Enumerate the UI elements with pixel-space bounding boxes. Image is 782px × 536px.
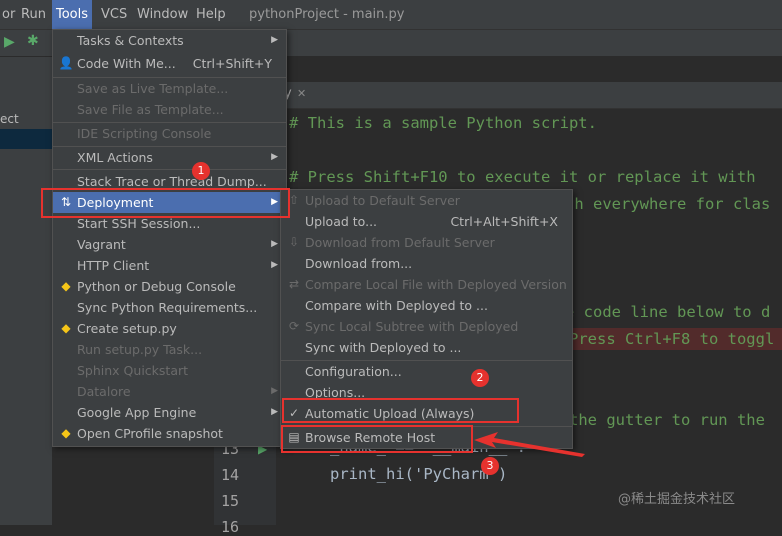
- menu-item-upload-to[interactable]: Upload to... Ctrl+Alt+Shift+X: [281, 211, 572, 232]
- menu-item-create-setup[interactable]: ◆ Create setup.py: [53, 318, 286, 339]
- debug-icon[interactable]: ✱: [27, 33, 39, 49]
- menu-window[interactable]: Window: [133, 0, 192, 29]
- menu-item-save-live-template: Save as Live Template...: [77, 81, 229, 96]
- menu-vcs[interactable]: VCS: [97, 0, 131, 29]
- menu-item-datalore: Datalore ▶: [77, 384, 278, 399]
- menu-item-upload-default: ⇧ Upload to Default Server: [281, 190, 572, 211]
- step-badge-3: 3: [481, 457, 499, 475]
- menu-item-sync-with[interactable]: Sync with Deployed to ...: [281, 337, 572, 358]
- menu-tools[interactable]: Tools: [52, 0, 93, 29]
- menu-item-sphinx: Sphinx Quickstart: [77, 363, 189, 378]
- menu-item-code-with-me[interactable]: 👤 Code With Me... Ctrl+Shift+Y: [53, 53, 286, 74]
- compare-icon: ⇄: [288, 277, 300, 291]
- line-number: 16: [220, 518, 239, 536]
- step-badge-2: 2: [471, 369, 489, 387]
- menu-item-sync-local: ⟳ Sync Local Subtree with Deployed: [281, 316, 572, 337]
- watermark: @稀土掘金技术社区: [618, 492, 736, 507]
- download-icon: ⇩: [288, 235, 300, 249]
- project-label: ect: [0, 112, 19, 126]
- sync-icon: ⟳: [288, 319, 300, 333]
- run-icon[interactable]: ▶: [4, 34, 15, 50]
- close-icon[interactable]: ✕: [297, 87, 306, 100]
- window-title: pythonProject - main.py: [249, 7, 405, 22]
- menu-item-configuration[interactable]: Configuration...: [281, 361, 572, 382]
- line-number: 15: [220, 492, 239, 510]
- step-badge-1: 1: [192, 162, 210, 180]
- code-line: # This is a sample Python script.: [289, 114, 597, 132]
- python-icon: ◆: [61, 426, 71, 440]
- menu-item-save-file-template: Save File as Template...: [77, 102, 224, 117]
- menu-item-python-console[interactable]: ◆ Python or Debug Console: [53, 276, 286, 297]
- python-icon: ◆: [61, 279, 71, 293]
- menu-item-compare-local: ⇄ Compare Local File with Deployed Versio…: [281, 274, 572, 295]
- menu-bar: or Run Tools VCS Window Help pythonProje…: [0, 0, 782, 30]
- menu-item-download-from[interactable]: Download from...: [281, 253, 572, 274]
- code-line: e code line below to d: [565, 303, 771, 321]
- line-number: 14: [220, 466, 239, 484]
- menu-item-run-setup-task: Run setup.py Task...: [77, 342, 203, 357]
- user-icon: 👤: [58, 56, 74, 70]
- code-line: # Press Shift+F10 to execute it or repla…: [289, 168, 756, 186]
- highlight-box-automatic-upload: [282, 398, 519, 423]
- menu-item-ide-scripting: IDE Scripting Console: [77, 126, 212, 141]
- menu-item-open-cprofile[interactable]: ◆ Open CProfile snapshot: [53, 423, 286, 444]
- project-panel: ect: [0, 57, 52, 525]
- highlight-box-deployment: [41, 188, 290, 218]
- menu-item-xml-actions[interactable]: XML Actions ▶: [53, 147, 286, 168]
- python-icon: ◆: [61, 321, 71, 335]
- menu-item-download-default: ⇩ Download from Default Server: [281, 232, 572, 253]
- code-line: ch everywhere for clas: [565, 195, 771, 213]
- arrow-icon: [474, 432, 585, 457]
- menu-item-tasks[interactable]: Tasks & Contexts ▶: [53, 30, 286, 51]
- menu-item-google-app-engine[interactable]: Google App Engine ▶: [53, 402, 286, 423]
- menu-help[interactable]: Help: [192, 0, 230, 29]
- menu-item-compare-with[interactable]: Compare with Deployed to ...: [281, 295, 572, 316]
- editor-tabs: y ✕: [214, 82, 782, 109]
- menu-item-vagrant[interactable]: Vagrant ▶: [53, 234, 286, 255]
- code-line: Press Ctrl+F8 to toggl: [569, 330, 775, 348]
- project-tree-selection[interactable]: [0, 129, 52, 149]
- separator: [53, 169, 286, 170]
- menu-run[interactable]: Run: [17, 0, 50, 29]
- highlight-box-browse-remote: [281, 425, 473, 453]
- code-line: the gutter to run the: [569, 411, 765, 429]
- menu-item-sync-requirements[interactable]: Sync Python Requirements...: [53, 297, 286, 318]
- menu-item-http-client[interactable]: HTTP Client ▶: [53, 255, 286, 276]
- tools-menu: Tasks & Contexts ▶ 👤 Code With Me... Ctrl+S…: [52, 29, 287, 447]
